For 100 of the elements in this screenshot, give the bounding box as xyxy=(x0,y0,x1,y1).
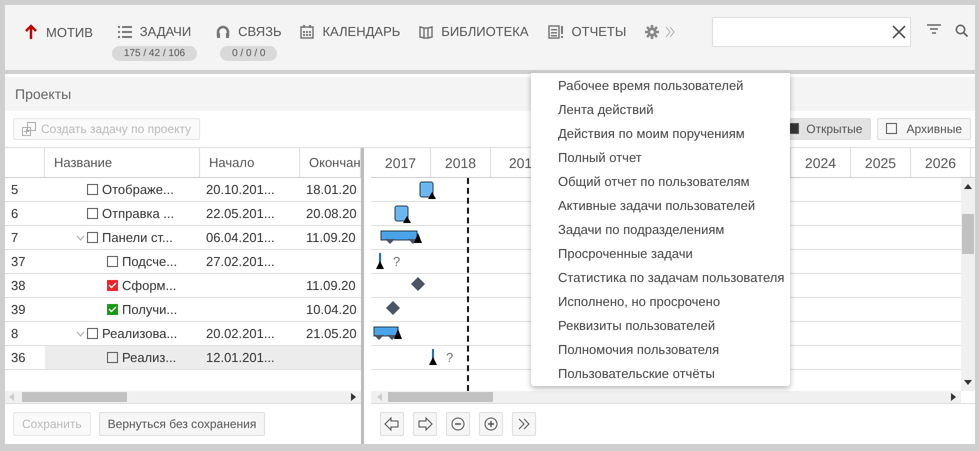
end-date: 18.01.20 xyxy=(306,182,357,197)
status-checkbox[interactable] xyxy=(87,184,98,195)
row-number: 6 xyxy=(10,205,20,223)
filter-toggle[interactable]: Архивные xyxy=(877,118,971,140)
column-header[interactable]: Название xyxy=(45,148,200,177)
forward-arrow-icon xyxy=(417,417,433,431)
year-label: 2017 xyxy=(384,154,416,170)
year-label: 2026 xyxy=(924,154,956,170)
scrollbar-thumb[interactable] xyxy=(962,214,974,254)
scrollbar-thumb[interactable] xyxy=(388,392,493,402)
row-number: 8 xyxy=(10,325,20,343)
panel-title: Проекты xyxy=(15,86,72,102)
nav-link[interactable]: СВЯЗЬ xyxy=(216,24,282,39)
scroll-up-icon[interactable] xyxy=(964,184,972,189)
year-label: 2018 xyxy=(444,154,476,170)
checkbox[interactable] xyxy=(886,123,898,134)
gantt-tool-button[interactable] xyxy=(512,412,536,436)
menu-item[interactable]: Пользовательские отчёты xyxy=(531,361,790,385)
menu-item[interactable]: Статистика по задачам пользователя xyxy=(531,265,790,289)
list-icon xyxy=(118,24,132,38)
task-row[interactable]: 36 Реализ... 12.01.201... xyxy=(5,346,361,370)
task-name: Отображе... xyxy=(102,182,174,197)
double-chevron-icon xyxy=(516,417,532,431)
zoom-in-icon xyxy=(483,417,499,431)
year-label: 201 xyxy=(508,154,532,170)
clear-icon[interactable] xyxy=(892,25,906,39)
menu-item[interactable]: Реквизиты пользователей xyxy=(531,313,790,337)
column-header[interactable]: Начало xyxy=(200,148,300,177)
scroll-right-icon[interactable] xyxy=(351,393,356,401)
settings-icon[interactable] xyxy=(645,25,660,39)
status-checkbox[interactable] xyxy=(87,232,98,243)
gantt-tool-button[interactable] xyxy=(479,412,503,436)
row-number: 39 xyxy=(10,301,26,319)
start-date: 20.10.201... xyxy=(206,182,275,197)
status-checkbox[interactable] xyxy=(107,280,118,291)
end-date: 21.05.20 xyxy=(306,326,357,341)
nav-link[interactable]: МОТИВ xyxy=(24,24,93,40)
row-number: 5 xyxy=(10,181,20,199)
menu-item[interactable]: Рабочее время пользователей xyxy=(531,73,790,97)
year-label: 2025 xyxy=(864,154,896,170)
row-number: 7 xyxy=(10,229,20,247)
row-number: 37 xyxy=(10,253,26,271)
menu-item[interactable]: Полный отчет xyxy=(531,145,790,169)
menu-item[interactable]: Активные задачи пользователей xyxy=(531,193,790,217)
task-name: Панели ст... xyxy=(102,230,173,245)
task-name: Отправка ... xyxy=(102,206,174,221)
back-button[interactable]: Вернуться без сохранения xyxy=(98,412,266,436)
menu-item[interactable]: Полномочия пользователя xyxy=(531,337,790,361)
task-name: Реализова... xyxy=(102,326,178,341)
calendar-icon xyxy=(300,24,314,38)
task-row[interactable]: 7 Панели ст... 06.04.201... 11.09.20 xyxy=(5,226,361,250)
search-field[interactable] xyxy=(712,17,912,47)
zoom-out-icon xyxy=(450,417,466,431)
scrollbar-thumb[interactable] xyxy=(22,392,127,402)
gantt-tool-button[interactable] xyxy=(380,412,404,436)
status-checkbox[interactable] xyxy=(107,304,118,315)
menu-item[interactable]: Задачи по подразделениям xyxy=(531,217,790,241)
unknown-date-mark: ? xyxy=(446,350,454,365)
end-date: 11.09.20 xyxy=(306,230,356,245)
status-checkbox[interactable] xyxy=(107,256,118,267)
start-date: 06.04.201... xyxy=(206,230,275,245)
gantt-tool-button[interactable] xyxy=(413,412,437,436)
count-badge: 175 / 42 / 106 xyxy=(112,46,198,61)
nav-link[interactable]: ОТЧЕТЫ xyxy=(548,24,626,39)
task-row[interactable]: 6 Отправка ... 22.05.201... 20.08.20 xyxy=(5,202,361,226)
menu-item[interactable]: Просроченные задачи xyxy=(531,241,790,265)
end-date: 11.09.20 xyxy=(306,278,356,293)
unknown-date-mark: ? xyxy=(393,254,400,269)
back-arrow-icon xyxy=(384,417,400,431)
task-name: Получи... xyxy=(122,302,178,317)
row-number: 36 xyxy=(10,349,26,367)
nav-link[interactable]: КАЛЕНДАРЬ xyxy=(300,24,400,39)
start-date: 12.01.201... xyxy=(206,350,275,365)
start-date: 27.02.201... xyxy=(206,254,275,269)
status-checkbox[interactable] xyxy=(87,328,98,339)
scroll-right-icon[interactable] xyxy=(951,393,956,401)
status-checkbox[interactable] xyxy=(107,352,118,363)
start-date: 20.02.201... xyxy=(206,326,275,341)
status-checkbox[interactable] xyxy=(87,208,98,219)
search-icon[interactable] xyxy=(955,24,968,37)
nav-link[interactable]: БИБЛИОТЕКА xyxy=(419,24,529,39)
book-icon xyxy=(419,24,434,38)
headset-icon xyxy=(216,24,230,38)
add-icon xyxy=(22,122,36,136)
report-icon xyxy=(548,24,564,38)
task-row[interactable]: 39 Получи... 10.04.20 xyxy=(5,298,361,322)
filter-icon[interactable] xyxy=(927,24,942,36)
task-name: Подсче... xyxy=(122,254,178,269)
menu-item[interactable]: Исполнено, но просрочено xyxy=(531,289,790,313)
count-badge: 0 / 0 / 0 xyxy=(220,46,278,61)
nav-link[interactable]: ЗАДАЧИ xyxy=(118,24,192,39)
scroll-down-icon[interactable] xyxy=(964,380,972,385)
task-row[interactable]: 37 Подсче... 27.02.201... xyxy=(5,250,361,274)
task-name: Реализ... xyxy=(122,350,176,365)
menu-item[interactable]: Общий отчет по пользователям xyxy=(531,169,790,193)
row-number: 38 xyxy=(10,277,26,295)
task-row[interactable]: 38 Сформ... 11.09.20 xyxy=(5,274,361,298)
end-date: 10.04.20 xyxy=(306,302,357,317)
task-row[interactable]: 5 Отображе... 20.10.201... 18.01.20 xyxy=(5,178,361,202)
gantt-tool-button[interactable] xyxy=(446,412,470,436)
